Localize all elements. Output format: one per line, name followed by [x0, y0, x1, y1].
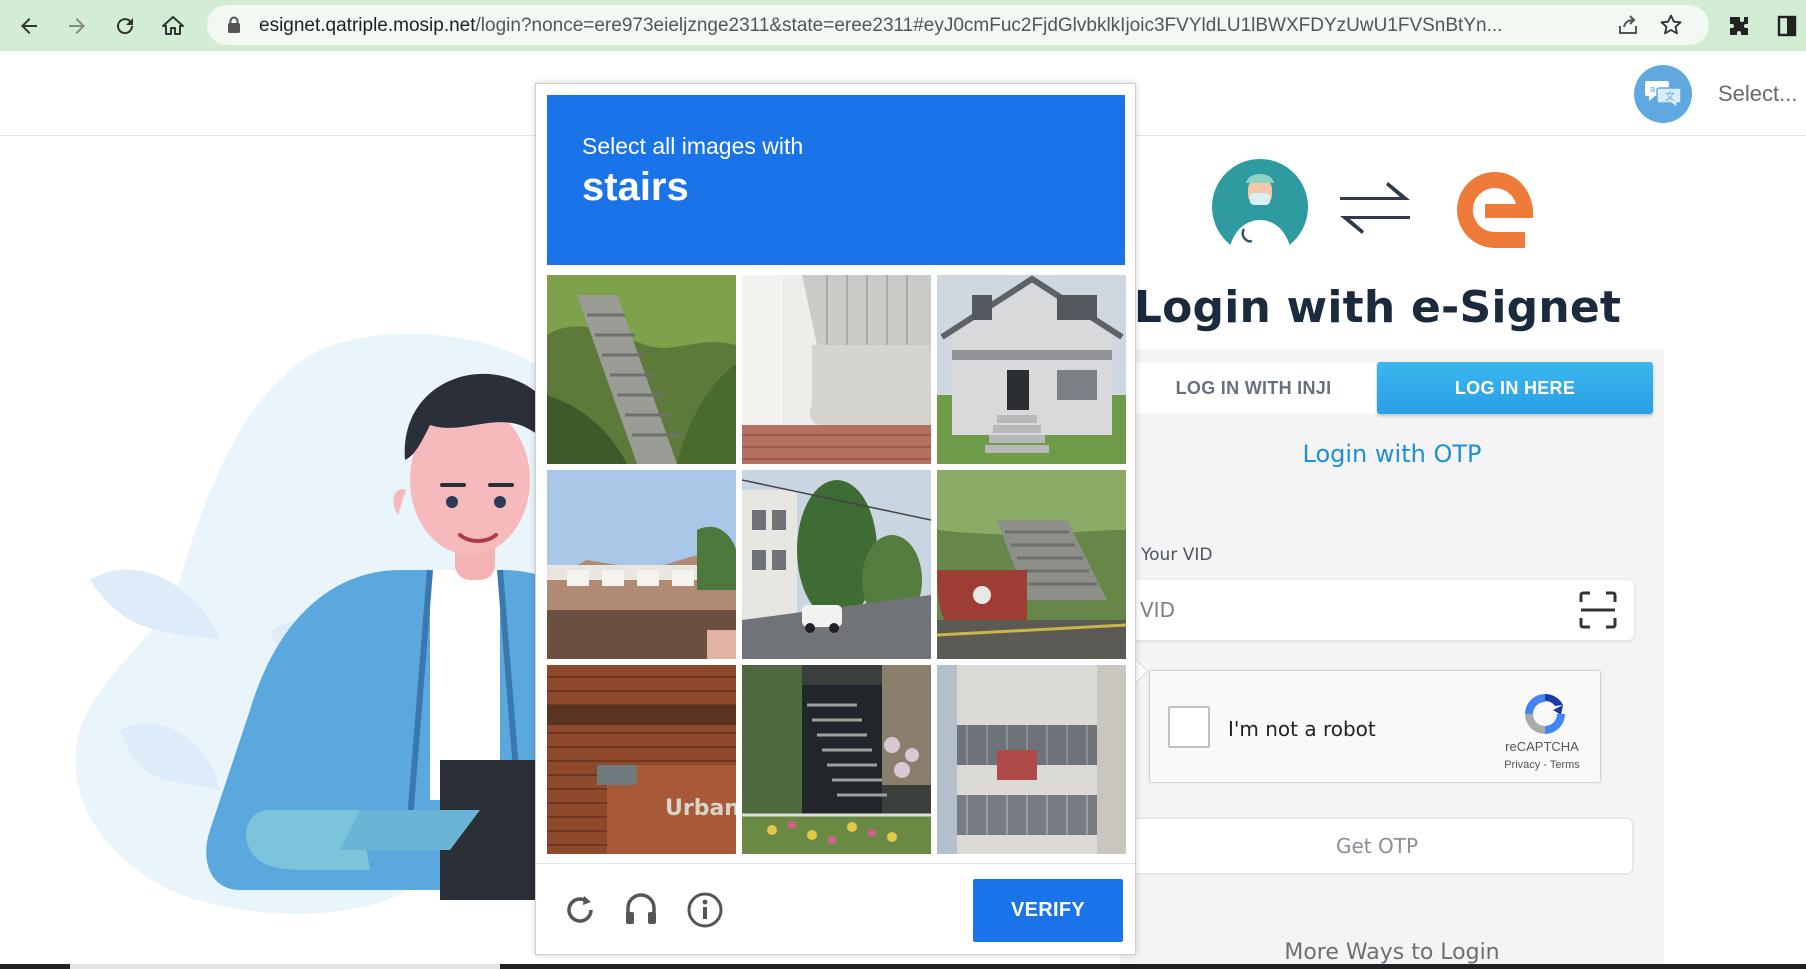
home-icon[interactable]: [156, 9, 190, 43]
qr-scan-icon[interactable]: [1578, 590, 1618, 630]
image-tile-5[interactable]: [742, 470, 931, 659]
browser-toolbar: esignet.qatriple.mosip.net/login?nonce=e…: [0, 0, 1806, 51]
challenge-image-grid: Urban: [547, 275, 1126, 854]
side-panel-icon[interactable]: [1770, 9, 1804, 43]
back-icon[interactable]: [12, 9, 46, 43]
share-icon[interactable]: [1617, 14, 1639, 36]
image-tile-9[interactable]: [937, 665, 1126, 854]
more-ways-to-login: More Ways to Login: [1284, 940, 1500, 965]
extensions-puzzle-icon[interactable]: [1722, 9, 1756, 43]
recaptcha-terms-link[interactable]: Terms: [1550, 759, 1580, 771]
image-tile-1[interactable]: [547, 275, 736, 464]
svg-text:文: 文: [1665, 90, 1675, 103]
get-otp-button[interactable]: Get OTP: [1120, 817, 1634, 875]
recaptcha-logo-icon: [1525, 693, 1565, 734]
image-tile-6[interactable]: [937, 470, 1126, 659]
image-tile-3[interactable]: [937, 275, 1126, 464]
image-tile-8[interactable]: [742, 665, 931, 854]
url-path: /login?nonce=ere973eieljznge2311&state=e…: [475, 15, 1503, 36]
image-tile-2[interactable]: [742, 275, 931, 464]
recaptcha-widget: I'm not a robot reCAPTCHA Privacy - Term…: [1149, 670, 1601, 783]
url-text: esignet.qatriple.mosip.net/login?nonce=e…: [259, 15, 1599, 37]
reload-icon[interactable]: [558, 888, 602, 932]
doctor-avatar-icon: [1212, 159, 1308, 255]
challenge-footer: VERIFY: [536, 863, 1135, 955]
esignet-logo-icon: [1456, 172, 1534, 248]
reload-page-icon[interactable]: [108, 9, 142, 43]
recaptcha-links: Privacy - Terms: [1492, 759, 1592, 771]
verify-button[interactable]: VERIFY: [973, 879, 1123, 942]
vid-label: Enter Your VID: [1118, 545, 1248, 565]
transfer-arrows-icon: [1340, 182, 1410, 234]
tab-login-here[interactable]: LOG IN HERE: [1377, 362, 1653, 414]
recaptcha-brand: reCAPTCHA: [1505, 739, 1579, 754]
captcha-challenge-dialog: Select all images with stairs Urban VERI…: [535, 83, 1136, 955]
url-host: esignet.qatriple.mosip.net: [259, 15, 476, 36]
audio-challenge-icon[interactable]: [619, 888, 663, 932]
language-icon[interactable]: a 文: [1634, 65, 1692, 123]
urban-sign-text: Urban: [665, 796, 736, 821]
forward-icon[interactable]: [60, 9, 94, 43]
recaptcha-checkbox[interactable]: [1168, 706, 1210, 748]
image-tile-7[interactable]: Urban: [547, 665, 736, 854]
bottom-border-gap: [70, 964, 500, 969]
recaptcha-privacy-link[interactable]: Privacy: [1504, 759, 1540, 771]
recaptcha-links-separator: -: [1540, 759, 1550, 771]
vid-input[interactable]: [1120, 580, 1634, 640]
address-bar[interactable]: esignet.qatriple.mosip.net/login?nonce=e…: [207, 5, 1709, 45]
language-select[interactable]: Select...: [1718, 81, 1797, 107]
lock-icon: [228, 16, 240, 33]
logos-row: [1212, 159, 1534, 255]
challenge-prompt: Select all images with: [582, 133, 804, 159]
recaptcha-label: I'm not a robot: [1228, 717, 1376, 741]
svg-text:a: a: [1650, 84, 1655, 94]
challenge-header: Select all images with stairs: [547, 95, 1125, 265]
otp-section-title: Login with OTP: [1302, 440, 1482, 468]
challenge-keyword: stairs: [582, 165, 689, 209]
login-title: Login with e-Signet: [1133, 282, 1622, 333]
image-tile-4[interactable]: [547, 470, 736, 659]
bookmark-star-icon[interactable]: [1659, 13, 1683, 37]
browser-window: esignet.qatriple.mosip.net/login?nonce=e…: [0, 0, 1806, 969]
tab-login-with-inji[interactable]: LOG IN WITH INJI: [1131, 362, 1376, 414]
info-icon[interactable]: [683, 888, 727, 932]
